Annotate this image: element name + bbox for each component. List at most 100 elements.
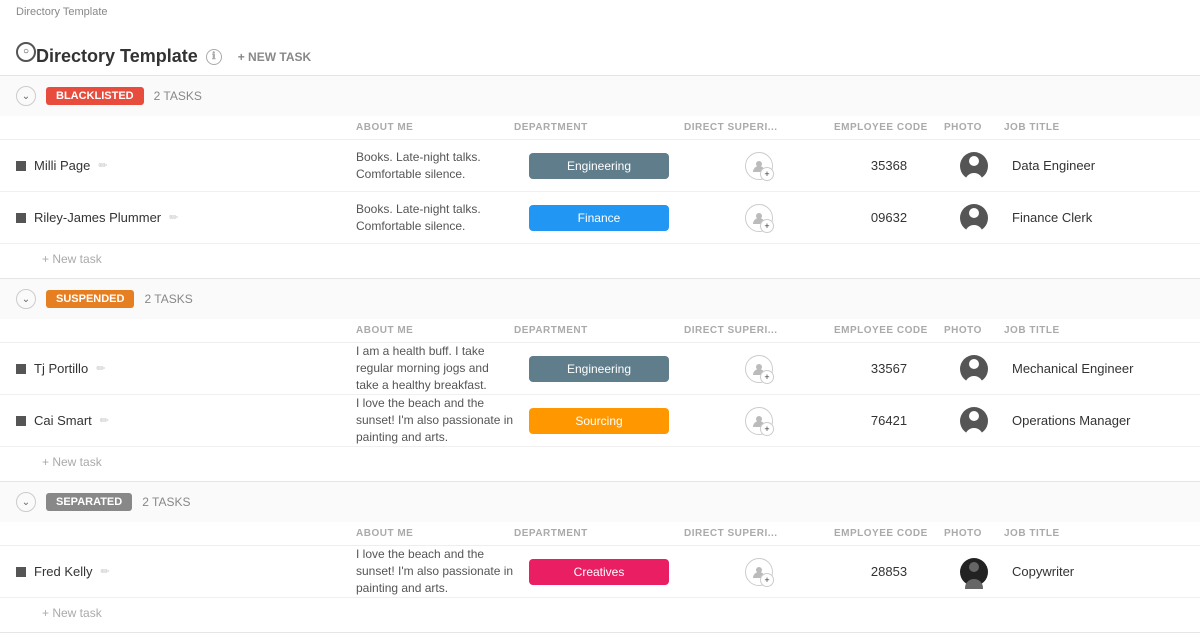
edit-icon[interactable]: ✏	[169, 211, 178, 224]
row-checkbox[interactable]	[16, 567, 26, 577]
row-checkbox[interactable]	[16, 213, 26, 223]
supervisor-icon[interactable]	[745, 558, 773, 586]
col-header-department: DEPARTMENT	[514, 325, 684, 336]
table-row: Riley-James Plummer✏Books. Late-night ta…	[0, 192, 1200, 244]
employee-name: Tj Portillo	[34, 361, 88, 376]
col-header-job_title: JOB TITLE	[1004, 528, 1184, 539]
employee-code-cell: 76421	[834, 413, 944, 428]
about-cell: I am a health buff. I take regular morni…	[356, 343, 514, 393]
col-header-job_title: JOB TITLE	[1004, 325, 1184, 336]
status-badge-blacklisted: BLACKLISTED	[46, 87, 144, 105]
col-header-supervisor: DIRECT SUPERI...	[684, 122, 834, 133]
status-badge-suspended: SUSPENDED	[46, 290, 134, 308]
row-checkbox[interactable]	[16, 364, 26, 374]
department-badge: Engineering	[529, 153, 669, 179]
col-header-department: DEPARTMENT	[514, 122, 684, 133]
supervisor-icon[interactable]	[745, 355, 773, 383]
job-title-cell: Mechanical Engineer	[1004, 361, 1184, 376]
photo-cell	[944, 558, 1004, 586]
page-title: Directory Template	[36, 46, 198, 67]
edit-icon[interactable]: ✏	[98, 159, 107, 172]
supervisor-icon[interactable]	[745, 152, 773, 180]
department-cell[interactable]: Sourcing	[514, 408, 684, 434]
name-cell: Milli Page✏	[16, 158, 356, 173]
edit-icon[interactable]: ✏	[100, 414, 109, 427]
new-task-button[interactable]: + NEW TASK	[238, 50, 311, 64]
employee-code-cell: 28853	[834, 564, 944, 579]
collapse-btn-suspended[interactable]: ⌄	[16, 289, 36, 309]
row-checkbox[interactable]	[16, 416, 26, 426]
avatar	[960, 152, 988, 180]
table-row: Tj Portillo ✏ I am a health buff. I take r…	[0, 343, 1200, 395]
employee-code-cell: 35368	[834, 158, 944, 173]
collapse-page-icon[interactable]: ○	[16, 42, 36, 62]
avatar	[960, 558, 988, 586]
section-header-separated: ⌄SEPARATED2 TASKS	[0, 482, 1200, 522]
name-cell: Riley-James Plummer✏	[16, 210, 356, 225]
task-count-blacklisted: 2 TASKS	[154, 89, 202, 103]
section-header-blacklisted: ⌄ BLACKLISTED 2 TASKS	[0, 76, 1200, 116]
breadcrumb: Directory Template	[16, 6, 108, 18]
section-suspended: ⌄ SUSPENDED 2 TASKS ABOUT MEDEPARTMENTDIREC…	[0, 279, 1200, 482]
col-header-department: DEPARTMENT	[514, 528, 684, 539]
col-header-employee_code: EMPLOYEE CODE	[834, 325, 944, 336]
col-header-employee_code: EMPLOYEE CODE	[834, 528, 944, 539]
about-cell: I love the beach and the sunset! I'm als…	[356, 395, 514, 445]
avatar	[960, 204, 988, 232]
col-header-employee_code: EMPLOYEE CODE	[834, 122, 944, 133]
supervisor-cell[interactable]	[684, 558, 834, 586]
task-count-separated: 2 TASKS	[142, 495, 190, 509]
new-task-row-separated[interactable]: + New task	[0, 598, 1200, 632]
new-task-row-suspended[interactable]: + New task	[0, 447, 1200, 481]
edit-icon[interactable]: ✏	[96, 362, 105, 375]
photo-cell	[944, 355, 1004, 383]
about-cell: Books. Late-night talks. Comfortable sil…	[356, 149, 514, 183]
job-title-cell: Finance Clerk	[1004, 210, 1184, 225]
about-cell: Books. Late-night talks. Comfortable sil…	[356, 201, 514, 235]
employee-code-cell: 33567	[834, 361, 944, 376]
photo-cell	[944, 152, 1004, 180]
department-cell[interactable]: Creatives	[514, 559, 684, 585]
row-checkbox[interactable]	[16, 161, 26, 171]
col-header-name	[16, 122, 356, 133]
supervisor-icon[interactable]	[745, 204, 773, 232]
department-badge: Sourcing	[529, 408, 669, 434]
name-cell: Fred Kelly ✏	[16, 564, 356, 579]
new-task-row-blacklisted[interactable]: + New task	[0, 244, 1200, 278]
col-header-supervisor: DIRECT SUPERI...	[684, 528, 834, 539]
table-row: Milli Page✏Books. Late-night talks. Comf…	[0, 140, 1200, 192]
col-header-job_title: JOB TITLE	[1004, 122, 1184, 133]
department-badge: Creatives	[529, 559, 669, 585]
task-count-suspended: 2 TASKS	[144, 292, 192, 306]
avatar	[960, 407, 988, 435]
col-header-about: ABOUT ME	[356, 325, 514, 336]
supervisor-icon[interactable]	[745, 407, 773, 435]
table-row: Cai Smart ✏ I love the beach and the sunse…	[0, 395, 1200, 447]
department-cell[interactable]: Engineering	[514, 153, 684, 179]
col-header-about: ABOUT ME	[356, 122, 514, 133]
supervisor-cell[interactable]	[684, 407, 834, 435]
collapse-btn-separated[interactable]: ⌄	[16, 492, 36, 512]
supervisor-cell[interactable]	[684, 355, 834, 383]
supervisor-cell[interactable]	[684, 204, 834, 232]
department-badge: Finance	[529, 205, 669, 231]
col-header-about: ABOUT ME	[356, 528, 514, 539]
supervisor-cell[interactable]	[684, 152, 834, 180]
employee-name: Cai Smart	[34, 413, 92, 428]
name-cell: Cai Smart ✏	[16, 413, 356, 428]
department-cell[interactable]: Finance	[514, 205, 684, 231]
photo-cell	[944, 204, 1004, 232]
photo-cell	[944, 407, 1004, 435]
section-blacklisted: ⌄ BLACKLISTED 2 TASKS ABOUT MEDEPARTMENTDIR…	[0, 76, 1200, 279]
employee-name: Fred Kelly	[34, 564, 93, 579]
col-header-photo: PHOTO	[944, 325, 1004, 336]
collapse-btn-blacklisted[interactable]: ⌄	[16, 86, 36, 106]
column-headers: ABOUT MEDEPARTMENTDIRECT SUPERI...EMPLOY…	[0, 319, 1200, 343]
name-cell: Tj Portillo ✏	[16, 361, 356, 376]
job-title-cell: Copywriter	[1004, 564, 1184, 579]
employee-code-cell: 09632	[834, 210, 944, 225]
edit-icon[interactable]: ✏	[101, 565, 110, 578]
department-cell[interactable]: Engineering	[514, 356, 684, 382]
about-cell: I love the beach and the sunset! I'm als…	[356, 546, 514, 596]
info-icon[interactable]: ℹ	[206, 49, 222, 65]
